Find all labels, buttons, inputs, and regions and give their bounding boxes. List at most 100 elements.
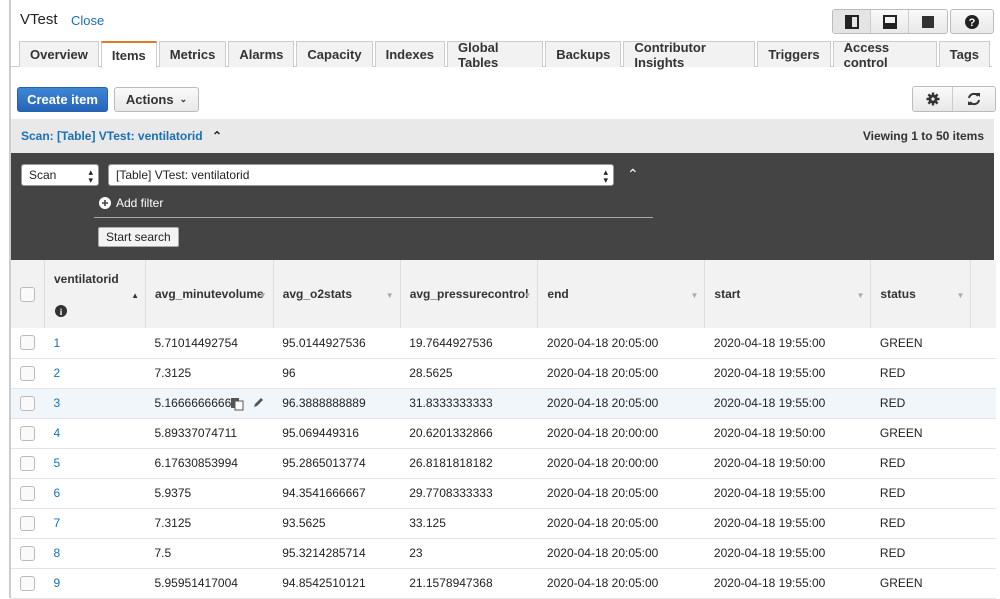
- close-link[interactable]: Close: [71, 13, 104, 28]
- item-link[interactable]: 6: [54, 486, 61, 500]
- row-filler: [970, 478, 996, 509]
- column-header-avg_minutevolume[interactable]: avg_minutevolume ▼: [145, 260, 274, 328]
- row-checkbox[interactable]: [20, 335, 35, 351]
- sort-icon: ▼: [690, 291, 699, 300]
- item-link[interactable]: 7: [54, 516, 61, 530]
- tab-items[interactable]: Items: [100, 41, 157, 68]
- copy-icon[interactable]: [230, 397, 244, 411]
- scan-mode-select[interactable]: Scan ▴ ▾: [21, 164, 99, 186]
- column-header-status[interactable]: status ▼: [870, 260, 972, 328]
- refresh-button[interactable]: [953, 87, 995, 111]
- row-filler: [970, 418, 996, 449]
- settings-button[interactable]: [913, 87, 953, 111]
- tab-alarms[interactable]: Alarms: [228, 41, 295, 67]
- table-row[interactable]: 3 5.16666666667 96.3888888889 31.8333333333…: [11, 388, 996, 419]
- item-link[interactable]: 1: [54, 336, 61, 350]
- split-horizontal-button[interactable]: [871, 10, 909, 33]
- add-filter-button[interactable]: Add filter: [99, 196, 163, 210]
- split-vertical-button[interactable]: [833, 10, 871, 33]
- cell-avg_minutevolume: 6.17630853994: [145, 448, 274, 479]
- table-row[interactable]: 1 5.71014492754 95.0144927536 19.7644927536…: [11, 328, 996, 359]
- chevron-down-icon: ⌄: [179, 94, 188, 104]
- item-link[interactable]: 5: [54, 456, 61, 470]
- column-header-start[interactable]: start ▼: [704, 260, 872, 328]
- item-link[interactable]: 9: [54, 576, 61, 590]
- cell-ventilatorid[interactable]: 9: [44, 568, 146, 599]
- row-filler: [970, 568, 996, 599]
- select-all-checkbox[interactable]: [20, 286, 35, 302]
- row-checkbox[interactable]: [20, 485, 35, 501]
- table-row[interactable]: 8 7.5 95.3214285714 23 2020-04-18 20:05:00 20…: [11, 538, 996, 569]
- cell-avg_o2stats: 95.069449316: [273, 418, 401, 449]
- cell-ventilatorid[interactable]: 4: [44, 418, 146, 449]
- row-checkbox[interactable]: [20, 365, 35, 381]
- cell-avg_pressurecontrol: 33.125: [400, 508, 538, 539]
- table-row[interactable]: 9 5.95951417004 94.8542510121 21.1578947368…: [11, 568, 996, 599]
- help-button[interactable]: ?: [950, 9, 994, 34]
- sort-icon: ▼: [385, 291, 394, 300]
- sort-icon: ▼: [258, 291, 267, 300]
- row-checkbox[interactable]: [20, 515, 35, 531]
- gear-icon: [926, 92, 939, 106]
- cell-start: 2020-04-18 19:50:00: [704, 448, 871, 479]
- item-link[interactable]: 8: [54, 546, 61, 560]
- cell-ventilatorid[interactable]: 1: [44, 328, 146, 359]
- table-row[interactable]: 6 5.9375 94.3541666667 29.7708333333 2020-04…: [11, 478, 996, 509]
- column-header-avg_pressurecontrol[interactable]: avg_pressurecontrol ▼: [400, 260, 539, 328]
- header-filler: [970, 260, 996, 328]
- tab-tags[interactable]: Tags: [938, 41, 990, 67]
- cell-avg_pressurecontrol: 26.8181818182: [400, 448, 538, 479]
- column-header-avg_o2stats[interactable]: avg_o2stats ▼: [273, 260, 401, 328]
- tab-overview[interactable]: Overview: [19, 41, 99, 67]
- tab-capacity[interactable]: Capacity: [296, 41, 373, 67]
- tab-metrics[interactable]: Metrics: [158, 41, 227, 67]
- cell-avg_o2stats: 94.3541666667: [273, 478, 401, 509]
- column-header-ventilatorid[interactable]: ventilatorid ▲ i: [44, 260, 146, 328]
- cell-ventilatorid[interactable]: 6: [44, 478, 146, 509]
- tab-indexes[interactable]: Indexes: [374, 41, 446, 67]
- cell-avg_pressurecontrol: 21.1578947368: [400, 568, 538, 599]
- table-row[interactable]: 7 7.3125 93.5625 33.125 2020-04-18 20:05:00 2…: [11, 508, 996, 539]
- item-link[interactable]: 4: [54, 426, 61, 440]
- cell-ventilatorid[interactable]: 8: [44, 538, 146, 569]
- actions-button[interactable]: Actions ⌄: [114, 87, 199, 112]
- collapse-panel-icon[interactable]: ⌃: [627, 166, 639, 183]
- row-select-cell: [11, 358, 45, 389]
- cell-ventilatorid[interactable]: 7: [44, 508, 146, 539]
- row-checkbox[interactable]: [20, 425, 35, 441]
- row-select-cell: [11, 508, 45, 539]
- table-row[interactable]: 2 7.3125 96 28.5625 2020-04-18 20:05:00 2020-…: [11, 358, 996, 389]
- table-row[interactable]: 5 6.17630853994 95.2865013774 26.8181818182…: [11, 448, 996, 479]
- tab-triggers[interactable]: Triggers: [757, 41, 831, 67]
- row-checkbox[interactable]: [20, 395, 35, 411]
- table-row[interactable]: 4 5.89337074711 95.069449316 20.6201332866 2…: [11, 418, 996, 449]
- tab-global-tables[interactable]: Global Tables: [447, 40, 544, 70]
- item-link[interactable]: 2: [54, 366, 61, 380]
- cell-avg_minutevolume: 5.89337074711: [145, 418, 274, 449]
- viewing-count: Viewing 1 to 50 items: [862, 129, 984, 143]
- create-item-button[interactable]: Create item: [17, 87, 108, 112]
- cell-ventilatorid[interactable]: 3: [44, 388, 146, 419]
- scan-toggle[interactable]: Scan: [Table] VTest: ventilatorid ⌃: [21, 129, 222, 143]
- full-view-button[interactable]: [909, 10, 947, 33]
- tab-access-control[interactable]: Access control: [832, 40, 937, 70]
- row-checkbox[interactable]: [20, 575, 35, 591]
- cell-ventilatorid[interactable]: 5: [44, 448, 146, 479]
- cell-end: 2020-04-18 20:05:00: [537, 358, 705, 389]
- start-search-button[interactable]: Start search: [98, 227, 179, 247]
- row-filler: [970, 448, 996, 479]
- select-arrows-icon: ▴ ▾: [603, 167, 608, 185]
- item-link[interactable]: 3: [54, 396, 61, 410]
- row-select-cell: [11, 448, 45, 479]
- column-label: avg_pressurecontrol: [409, 287, 529, 301]
- tab-contributor-insights[interactable]: Contributor Insights: [623, 40, 756, 70]
- tab-backups[interactable]: Backups: [545, 41, 622, 67]
- edit-pencil-icon[interactable]: [252, 397, 264, 409]
- column-header-end[interactable]: end ▼: [537, 260, 706, 328]
- scan-target-select[interactable]: [Table] VTest: ventilatorid ▴ ▾: [108, 164, 614, 186]
- cell-ventilatorid[interactable]: 2: [44, 358, 146, 389]
- row-checkbox[interactable]: [20, 545, 35, 561]
- sort-asc-icon: ▲: [131, 291, 139, 300]
- info-icon[interactable]: i: [55, 305, 67, 317]
- row-checkbox[interactable]: [20, 455, 35, 471]
